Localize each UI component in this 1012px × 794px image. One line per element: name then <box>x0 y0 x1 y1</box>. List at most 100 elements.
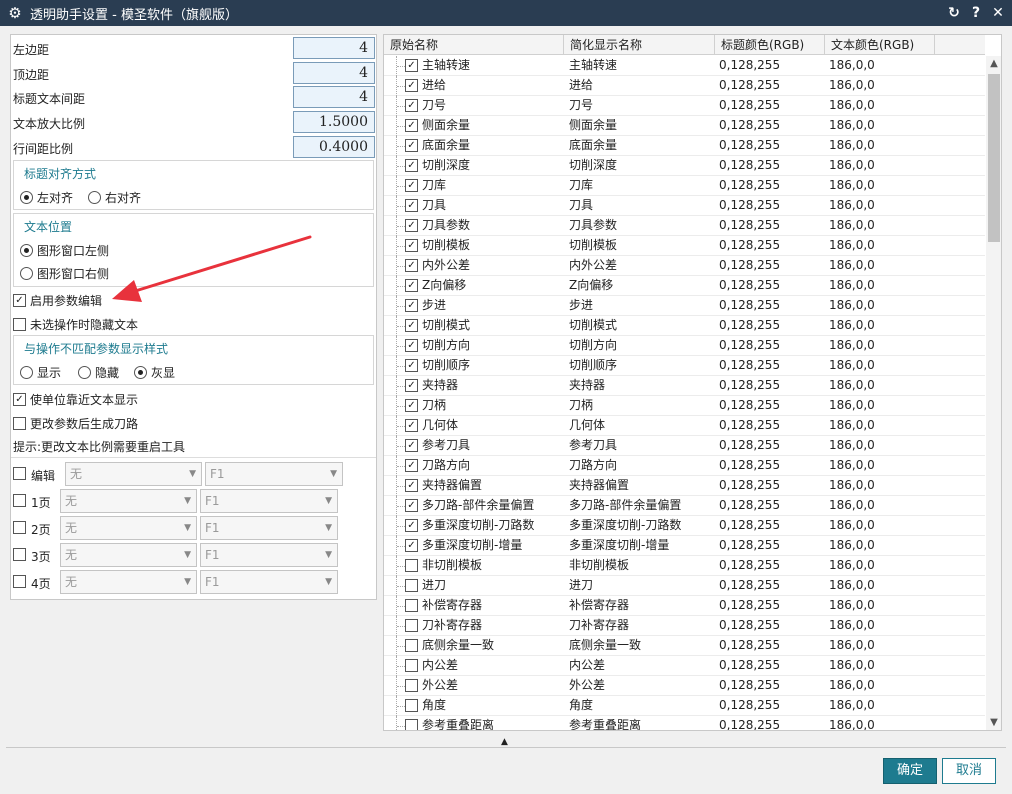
cell-title-color[interactable]: 0,128,255 <box>719 576 780 596</box>
table-row[interactable]: 底侧余量一致 底侧余量一致 0,128,255 186,0,0 <box>384 636 985 656</box>
row-checkbox[interactable]: ✓ <box>405 519 418 532</box>
cell-short-name[interactable]: 非切削模板 <box>569 556 629 576</box>
checkbox-box[interactable] <box>13 548 26 561</box>
cell-text-color[interactable]: 186,0,0 <box>829 336 875 356</box>
cell-title-color[interactable]: 0,128,255 <box>719 136 780 156</box>
cell-title-color[interactable]: 0,128,255 <box>719 76 780 96</box>
cell-text-color[interactable]: 186,0,0 <box>829 216 875 236</box>
row-checkbox[interactable]: ✓ <box>405 299 418 312</box>
cell-short-name[interactable]: 进给 <box>569 76 593 96</box>
table-row[interactable]: ✓ 切削顺序 切削顺序 0,128,255 186,0,0 <box>384 356 985 376</box>
checkbox-box[interactable]: ✓ <box>13 393 26 406</box>
text-scale-input[interactable]: 1.5000 <box>293 111 375 133</box>
cell-original-name[interactable]: 切削模式 <box>422 316 470 336</box>
cell-original-name[interactable]: 内公差 <box>422 656 458 676</box>
column-header-original-name[interactable]: 原始名称 <box>384 35 564 55</box>
cell-text-color[interactable]: 186,0,0 <box>829 416 875 436</box>
cell-text-color[interactable]: 186,0,0 <box>829 676 875 696</box>
page3-combo-2[interactable]: F1 ▼ <box>200 543 338 567</box>
table-row[interactable]: ✓ 刀具参数 刀具参数 0,128,255 186,0,0 <box>384 216 985 236</box>
cell-text-color[interactable]: 186,0,0 <box>829 596 875 616</box>
column-header-text-color[interactable]: 文本颜色(RGB) <box>825 35 935 55</box>
mismatch-hide-radio[interactable]: 隐藏 <box>78 364 119 381</box>
table-row[interactable]: 刀补寄存器 刀补寄存器 0,128,255 186,0,0 <box>384 616 985 636</box>
cell-title-color[interactable]: 0,128,255 <box>719 636 780 656</box>
enable-param-edit-checkbox[interactable]: ✓ 启用参数编辑 <box>13 292 102 309</box>
cell-original-name[interactable]: 多重深度切削-增量 <box>422 536 522 556</box>
cell-title-color[interactable]: 0,128,255 <box>719 156 780 176</box>
cell-short-name[interactable]: 刀号 <box>569 96 593 116</box>
column-header-short-name[interactable]: 简化显示名称 <box>564 35 715 55</box>
cell-short-name[interactable]: 底面余量 <box>569 136 617 156</box>
cell-short-name[interactable]: 切削顺序 <box>569 356 617 376</box>
cell-text-color[interactable]: 186,0,0 <box>829 636 875 656</box>
cell-original-name[interactable]: 夹持器偏置 <box>422 476 482 496</box>
table-row[interactable]: ✓ 夹持器偏置 夹持器偏置 0,128,255 186,0,0 <box>384 476 985 496</box>
cell-original-name[interactable]: 刀库 <box>422 176 446 196</box>
cell-short-name[interactable]: 内外公差 <box>569 256 617 276</box>
cell-title-color[interactable]: 0,128,255 <box>719 276 780 296</box>
cell-text-color[interactable]: 186,0,0 <box>829 476 875 496</box>
cell-text-color[interactable]: 186,0,0 <box>829 696 875 716</box>
cell-original-name[interactable]: 进刀 <box>422 576 446 596</box>
row-checkbox[interactable] <box>405 679 418 692</box>
cell-text-color[interactable]: 186,0,0 <box>829 536 875 556</box>
row-checkbox[interactable]: ✓ <box>405 279 418 292</box>
column-header-title-color[interactable]: 标题颜色(RGB) <box>715 35 825 55</box>
table-row[interactable]: 角度 角度 0,128,255 186,0,0 <box>384 696 985 716</box>
cell-title-color[interactable]: 0,128,255 <box>719 696 780 716</box>
cell-original-name[interactable]: 刀路方向 <box>422 456 470 476</box>
cell-title-color[interactable]: 0,128,255 <box>719 616 780 636</box>
cell-title-color[interactable]: 0,128,255 <box>719 416 780 436</box>
row-checkbox[interactable]: ✓ <box>405 199 418 212</box>
cell-title-color[interactable]: 0,128,255 <box>719 96 780 116</box>
edit-combo-1[interactable]: 无 ▼ <box>65 462 202 486</box>
row-checkbox[interactable] <box>405 719 418 730</box>
cell-title-color[interactable]: 0,128,255 <box>719 516 780 536</box>
cell-title-color[interactable]: 0,128,255 <box>719 676 780 696</box>
cell-title-color[interactable]: 0,128,255 <box>719 656 780 676</box>
line-spacing-input[interactable]: 0.4000 <box>293 136 375 158</box>
cancel-button[interactable]: 取消 <box>942 758 996 784</box>
radio-circle[interactable] <box>20 267 33 280</box>
radio-circle[interactable] <box>20 366 33 379</box>
table-row[interactable]: ✓ 底面余量 底面余量 0,128,255 186,0,0 <box>384 136 985 156</box>
row-checkbox[interactable] <box>405 579 418 592</box>
cell-original-name[interactable]: 底侧余量一致 <box>422 636 494 656</box>
cell-short-name[interactable]: 刀路方向 <box>569 456 617 476</box>
vertical-scrollbar[interactable]: ▲ ▼ <box>986 56 1001 730</box>
refresh-icon[interactable]: ↻ <box>946 5 962 21</box>
align-left-radio[interactable]: 左对齐 <box>20 189 73 206</box>
radio-circle[interactable] <box>134 366 147 379</box>
table-row[interactable]: ✓ 切削方向 切削方向 0,128,255 186,0,0 <box>384 336 985 356</box>
row-checkbox[interactable]: ✓ <box>405 339 418 352</box>
row-checkbox[interactable]: ✓ <box>405 439 418 452</box>
cell-short-name[interactable]: Z向偏移 <box>569 276 613 296</box>
table-row[interactable]: ✓ Z向偏移 Z向偏移 0,128,255 186,0,0 <box>384 276 985 296</box>
row-checkbox[interactable]: ✓ <box>405 219 418 232</box>
cell-short-name[interactable]: 刀库 <box>569 176 593 196</box>
row-checkbox[interactable]: ✓ <box>405 379 418 392</box>
table-row[interactable]: ✓ 切削模式 切削模式 0,128,255 186,0,0 <box>384 316 985 336</box>
cell-short-name[interactable]: 几何体 <box>569 416 605 436</box>
cell-original-name[interactable]: 参考重叠距离 <box>422 716 494 730</box>
cell-short-name[interactable]: 底侧余量一致 <box>569 636 641 656</box>
cell-short-name[interactable]: 角度 <box>569 696 593 716</box>
cell-short-name[interactable]: 切削深度 <box>569 156 617 176</box>
cell-original-name[interactable]: 切削方向 <box>422 336 470 356</box>
scroll-up-icon[interactable]: ▲ <box>986 56 1001 72</box>
cell-original-name[interactable]: 刀具参数 <box>422 216 470 236</box>
cell-title-color[interactable]: 0,128,255 <box>719 216 780 236</box>
cell-original-name[interactable]: 多刀路-部件余量偏置 <box>422 496 534 516</box>
cell-text-color[interactable]: 186,0,0 <box>829 496 875 516</box>
cell-title-color[interactable]: 0,128,255 <box>719 476 780 496</box>
row-checkbox[interactable] <box>405 659 418 672</box>
cell-text-color[interactable]: 186,0,0 <box>829 156 875 176</box>
checkbox-box[interactable] <box>13 318 26 331</box>
cell-short-name[interactable]: 多刀路-部件余量偏置 <box>569 496 681 516</box>
cell-text-color[interactable]: 186,0,0 <box>829 276 875 296</box>
row-checkbox[interactable]: ✓ <box>405 239 418 252</box>
hide-unselected-checkbox[interactable]: 未选操作时隐藏文本 <box>13 316 138 333</box>
cell-original-name[interactable]: 补偿寄存器 <box>422 596 482 616</box>
cell-title-color[interactable]: 0,128,255 <box>719 396 780 416</box>
